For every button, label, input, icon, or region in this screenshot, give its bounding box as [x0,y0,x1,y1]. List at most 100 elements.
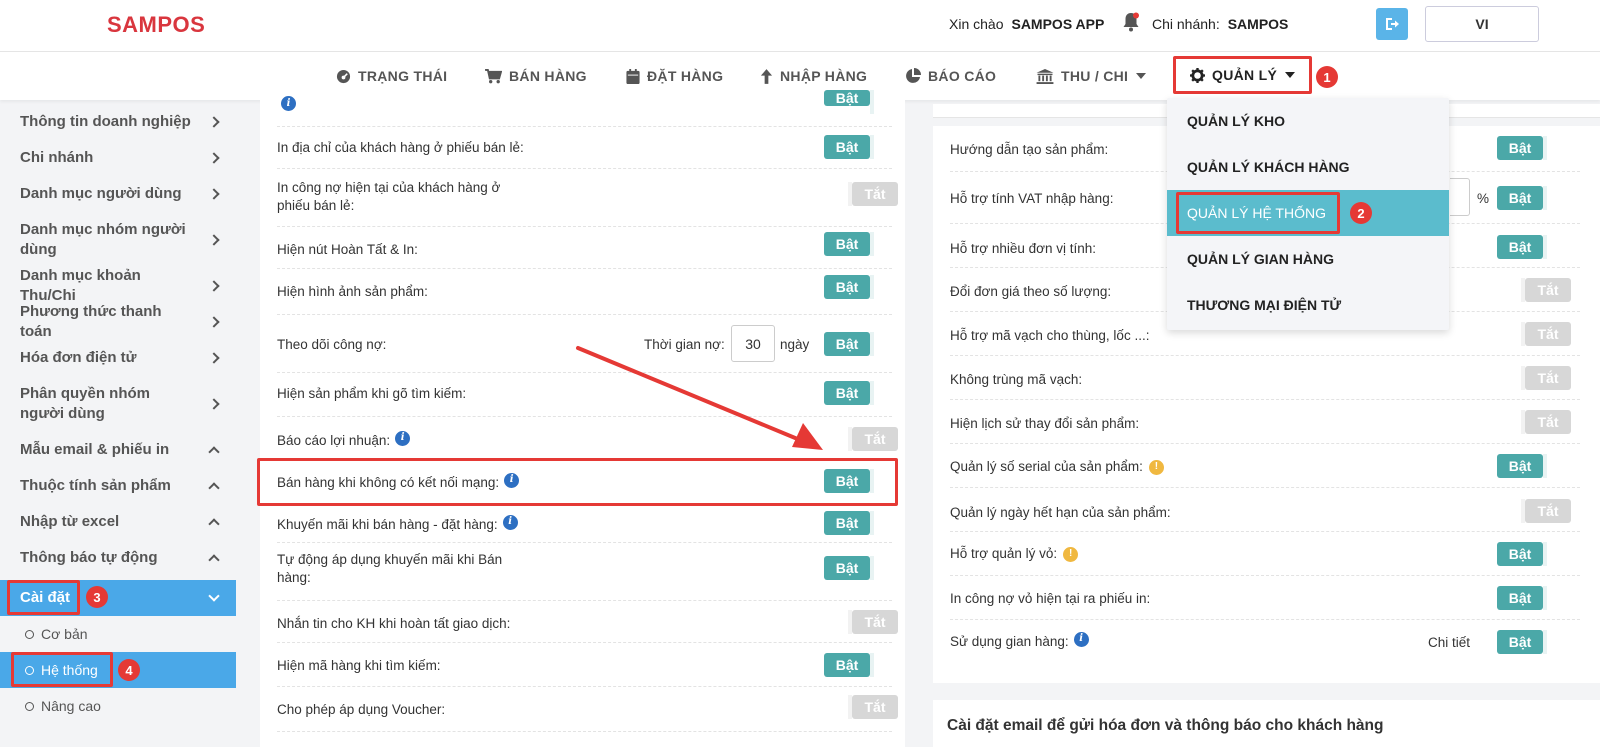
toggle-on[interactable]: Bật [1497,136,1547,160]
toggle-on[interactable]: Bật [824,556,874,580]
sidebar: Thông tin doanh nghiệp Chi nhánh Danh mụ… [0,104,236,747]
setting-label: Theo dõi công nợ: [277,337,387,352]
menu-item-thuong-mai-dien-tu[interactable]: THƯƠNG MẠI ĐIỆN TỬ [1167,282,1449,328]
nav-dat-hang[interactable]: ĐẶT HÀNG [626,52,723,100]
setting-label: Nhắn tin cho KH khi hoàn tất giao dịch: [277,616,511,631]
toggle-off[interactable]: Tắt [848,610,898,634]
sidebar-item-hoa-don-dien-tu[interactable]: Hóa đơn điện tử [0,340,236,376]
sidebar-item-thuoc-tinh-san-pham[interactable]: Thuộc tính sản phẩm [0,468,236,504]
setting-label: Hỗ trợ mã vạch cho thùng, lốc ...: [950,328,1150,343]
chevron-up-icon [208,446,220,458]
email-settings-panel: Cài đặt email để gửi hóa đơn và thông bá… [933,700,1600,747]
info-icon[interactable]: i [502,514,518,530]
detail-link[interactable]: Chi tiết [1428,634,1470,652]
toggle-off[interactable]: Tắt [1521,366,1571,390]
sidebar-item-danh-muc-khoan-thu-chi[interactable]: Danh mục khoản Thu/Chi [0,267,236,304]
menu-item-quan-ly-he-thong[interactable]: QUẢN LÝ HỆ THỐNG 2 [1167,190,1449,236]
sidebar-item-mau-email-phieu-in[interactable]: Mẫu email & phiếu in [0,432,236,468]
toggle-on[interactable]: Bật [824,232,874,256]
info-icon[interactable]: i [281,96,296,111]
toggle-off[interactable]: Tắt [1521,278,1571,302]
setting-label: Hiện nút Hoàn Tất & In: [277,242,418,257]
debt-days-input[interactable]: 30 [731,325,775,362]
menu-item-quan-ly-kho[interactable]: QUẢN LÝ KHO [1167,98,1449,144]
setting-label: Hiện sản phẩm khi gõ tìm kiếm: [277,386,467,401]
setting-label-text: Báo cáo lợi nhuận: [277,433,391,448]
setting-label: Hỗ trợ quản lý vỏ:! [950,545,1079,563]
toggle-on[interactable]: Bật [1497,586,1547,610]
info-icon[interactable]: i [395,430,411,446]
setting-label-text: Khuyến mãi khi bán hàng - đặt hàng: [277,517,498,532]
toggle-off[interactable]: Tắt [848,695,898,719]
sidebar-item-label: Thông báo tự động [20,549,158,566]
toggle-off[interactable]: Tắt [1521,499,1571,523]
toggle-on[interactable]: Bật [1497,235,1547,259]
settings-row: Theo dõi công nợ: Thời gian nợ: 30 ngày … [277,315,892,373]
sidebar-item-label: Mẫu email & phiếu in [20,441,170,458]
toggle-on[interactable]: Bật [1497,454,1547,478]
sidebar-item-danh-muc-nguoi-dung[interactable]: Danh mục người dùng [0,176,236,212]
toggle-off[interactable]: Tắt [1521,322,1571,346]
toggle-on[interactable]: Bật [1497,542,1547,566]
sub-label: Cơ bản [41,626,88,642]
highlight-box [11,652,113,687]
nav-label: NHẬP HÀNG [780,68,868,84]
sidebar-item-label: Nhập từ excel [20,513,120,530]
sidebar-item-thong-tin-doanh-nghiep[interactable]: Thông tin doanh nghiệp [0,104,236,140]
sidebar-item-danh-muc-nhom-nguoi-dung[interactable]: Danh mục nhóm người dùng [0,212,236,268]
toggle-on[interactable]: Bật [1497,630,1547,654]
settings-row: Hiện hình ảnh sản phẩm: Bật [277,269,892,315]
toggle-off[interactable]: Tắt [1521,410,1571,434]
sidebar-item-phan-quyen-nhom-nguoi-dung[interactable]: Phân quyền nhóm người dùng [0,376,236,432]
toggle-on[interactable]: Bật [824,275,874,299]
sub-label: Nâng cao [41,698,101,714]
sidebar-item-label: Thuộc tính sản phẩm [20,477,171,494]
nav-trang-thai[interactable]: TRẠNG THÁI [336,52,447,100]
sidebar-item-nhap-tu-excel[interactable]: Nhập từ excel [0,504,236,540]
pie-chart-icon [906,68,921,83]
sidebar-item-thong-bao-tu-dong[interactable]: Thông báo tự động [0,540,236,576]
vat-input[interactable] [1450,178,1470,216]
nav-ban-hang[interactable]: BÁN HÀNG [485,52,587,100]
arrow-up-icon [760,68,773,84]
chevron-right-icon [208,280,220,292]
chevron-up-icon [208,482,220,494]
debt-time-label: Thời gian nợ: [644,337,725,352]
settings-row: Không trùng mã vạch: Tắt [950,356,1580,400]
sidebar-item-chi-nhanh[interactable]: Chi nhánh [0,140,236,176]
dashboard-icon [336,69,351,83]
setting-label-text: Quản lý số serial của sản phẩm: [950,459,1143,474]
chevron-right-icon [208,398,220,410]
chevron-right-icon [208,234,220,246]
menu-item-quan-ly-gian-hang[interactable]: QUẢN LÝ GIAN HÀNG [1167,236,1449,282]
menu-item-quan-ly-khach-hang[interactable]: QUẢN LÝ KHÁCH HÀNG [1167,144,1449,190]
highlight-box [1176,192,1340,234]
setting-label: In công nợ hiện tại của khách hàng ở phi… [277,180,501,213]
toggle-on[interactable]: Bật [1497,186,1547,210]
warning-icon[interactable]: ! [1148,459,1164,475]
circle-icon [25,701,34,711]
sidebar-sub-nang-cao[interactable]: Nâng cao [0,688,236,724]
sidebar-item-phuong-thuc-thanh-toan[interactable]: Phương thức thanh toán [0,303,236,340]
toggle-off[interactable]: Tắt [848,427,898,451]
chevron-up-icon [208,518,220,530]
toggle-on[interactable]: Bật [824,511,874,535]
setting-label: Báo cáo lợi nhuận: i [277,430,411,450]
setting-label: Cho phép áp dụng Voucher: [277,702,446,717]
nav-label: BÁN HÀNG [509,68,587,84]
toggle-on[interactable]: Bật [824,135,874,159]
info-icon[interactable]: i [1073,631,1089,647]
setting-label: In công nợ vỏ hiện tại ra phiếu in: [950,591,1151,606]
step-badge: 3 [86,586,108,608]
toggle-on[interactable]: Bật [824,332,874,356]
sidebar-sub-co-ban[interactable]: Cơ bản [0,616,236,652]
warning-icon[interactable]: ! [1063,546,1079,562]
settings-panel-left: i Bật In địa chỉ của khách hàng ở phiếu … [257,90,905,747]
logo[interactable]: SAMPOS [107,12,205,38]
sidebar-item-label: Hóa đơn điện tử [20,349,137,366]
toggle-on[interactable]: Bật [824,381,874,405]
setting-label: Khuyến mãi khi bán hàng - đặt hàng: i [277,514,518,534]
toggle-on[interactable]: Bật [824,90,874,114]
toggle-on[interactable]: Bật [824,653,874,677]
toggle-off[interactable]: Tắt [848,182,898,206]
